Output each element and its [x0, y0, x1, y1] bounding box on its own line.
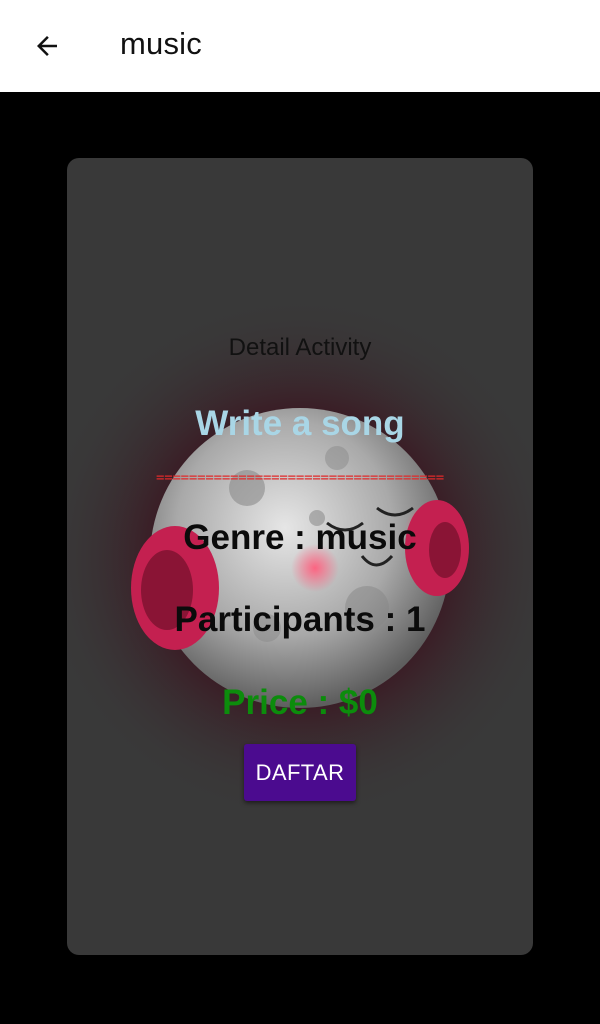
price-text: Price : $0 [222, 683, 378, 722]
participants-text: Participants : 1 [174, 600, 426, 639]
activity-title: Write a song [195, 404, 405, 443]
genre-text: Genre : music [183, 518, 417, 557]
daftar-button[interactable]: DAFTAR [244, 744, 356, 801]
back-button[interactable] [28, 27, 66, 65]
content-area: Detail Activity Write a song ===========… [0, 92, 600, 1024]
page-title: music [120, 26, 202, 61]
activity-card: Detail Activity Write a song ===========… [67, 158, 533, 955]
divider-line: =================================== [155, 470, 444, 486]
arrow-left-icon [37, 36, 57, 56]
app-bar: music [0, 0, 600, 92]
detail-activity-label: Detail Activity [228, 334, 372, 361]
